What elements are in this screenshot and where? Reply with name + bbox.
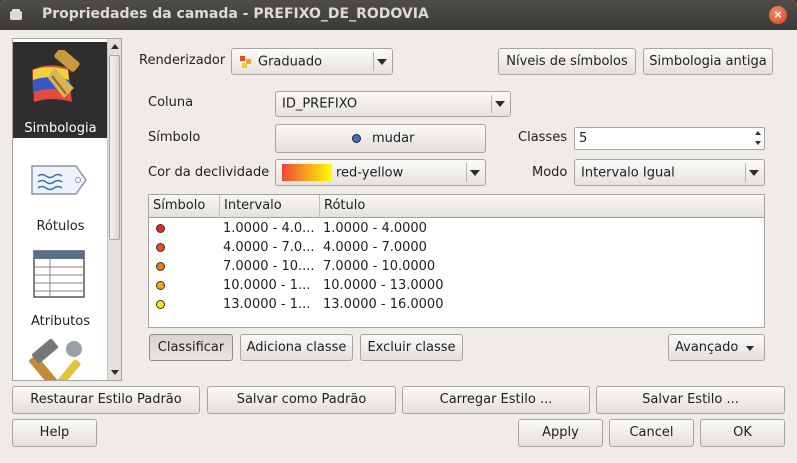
window-title: Propriedades da camada - PREFIXO_DE_RODO… [42,6,429,22]
save-as-default-button[interactable]: Salvar como Padrão [207,386,396,414]
mode-label: Modo [532,165,568,180]
label-cell: 4.0000 - 7.0000 [323,240,427,255]
apply-button[interactable]: Apply [518,419,603,447]
interval-cell: 7.0000 - 10.... [223,259,315,274]
classes-spinbox[interactable]: 5 [574,127,765,150]
sidebar-item-label: Atributos [30,314,91,329]
table-header: Símbolo Intervalo Rótulo [149,195,764,218]
tools-hammer-wrench-icon [29,339,82,380]
help-button[interactable]: Help [12,419,97,447]
sidebar-scrollbar[interactable] [107,39,121,380]
change-symbol-label: mudar [372,131,415,146]
add-class-button[interactable]: Adiciona classe [240,334,353,361]
color-ramp-label: Cor da declividade [148,165,270,180]
table-row[interactable]: 7.0000 - 10.... 7.0000 - 10.0000 [149,257,764,276]
column-value: ID_PREFIXO [282,96,358,112]
column-header-symbol[interactable]: Símbolo [149,195,220,217]
column-select[interactable]: ID_PREFIXO [275,91,511,117]
sidebar-item-atributos[interactable]: Atributos [13,235,108,331]
interval-cell: 4.0000 - 7.0... [223,240,315,255]
delete-class-button[interactable]: Excluir classe [360,334,463,361]
chevron-down-icon [470,169,480,176]
old-symbology-button[interactable]: Simbologia antiga [643,48,773,75]
column-header-interval[interactable]: Intervalo [220,195,320,217]
class-symbol-icon [156,300,165,309]
column-label: Coluna [148,95,194,110]
label-tag-icon [31,165,87,195]
table-row[interactable]: 10.0000 - 1... 10.0000 - 13.0000 [149,276,764,295]
symbol-levels-button[interactable]: Níveis de símbolos [498,48,636,75]
close-button[interactable]: × [769,6,787,24]
sidebar-item-geral[interactable] [13,331,108,380]
classes-table[interactable]: Símbolo Intervalo Rótulo 1.0000 - 4.0...… [148,194,765,328]
class-symbol-icon [156,224,165,233]
cancel-button[interactable]: Cancel [609,419,694,447]
ok-button[interactable]: OK [700,419,785,447]
sidebar-item-simbologia[interactable]: Simbologia [13,42,108,138]
save-style-button[interactable]: Salvar Estilo ... [596,386,785,414]
chevron-down-icon [749,169,759,176]
sidebar-item-rotulos[interactable]: Rótulos [13,140,108,236]
classes-value: 5 [579,131,588,146]
mode-value: Intervalo Igual [581,165,675,180]
chevron-down-icon [746,346,754,351]
table-row[interactable]: 13.0000 - 1... 13.0000 - 16.0000 [149,295,764,314]
mode-select[interactable]: Intervalo Igual [574,159,765,186]
classes-label: Classes [518,130,567,145]
interval-cell: 1.0000 - 4.0... [223,221,315,236]
chevron-down-icon [495,101,505,107]
title-bar: Propriedades da camada - PREFIXO_DE_RODO… [0,0,797,30]
color-ramp-value: red-yellow [336,165,404,180]
class-symbol-icon [156,281,165,290]
class-symbol-icon [156,243,165,252]
label-cell: 1.0000 - 4.0000 [323,221,427,236]
restore-default-style-button[interactable]: Restaurar Estilo Padrão [12,386,200,414]
chevron-down-icon [377,58,387,65]
table-row[interactable]: 1.0000 - 4.0... 1.0000 - 4.0000 [149,219,764,238]
spin-down-icon[interactable] [755,141,761,145]
sidebar-list: Simbologia Rótulos Atributos [12,38,122,381]
window-menu-icon[interactable] [8,7,24,23]
classify-button[interactable]: Classificar [149,334,233,361]
advanced-menu-button[interactable]: Avançado [668,334,765,361]
scrollbar-thumb[interactable] [109,55,120,240]
renderer-select[interactable]: Graduado [231,48,393,75]
scroll-up-icon[interactable] [111,44,119,49]
load-style-button[interactable]: Carregar Estilo ... [402,386,590,414]
scroll-down-icon[interactable] [111,370,119,375]
symbol-preview-icon [352,134,361,143]
attributes-table-icon [33,250,85,298]
change-symbol-button[interactable]: mudar [275,124,486,153]
interval-cell: 10.0000 - 1... [223,278,311,293]
symbol-label: Símbolo [148,130,201,145]
label-cell: 10.0000 - 13.0000 [323,278,444,293]
spin-up-icon[interactable] [755,131,761,135]
table-row[interactable]: 4.0000 - 7.0... 4.0000 - 7.0000 [149,238,764,257]
symbology-brush-icon [32,50,80,102]
label-cell: 13.0000 - 16.0000 [323,297,444,312]
sidebar-item-label: Rótulos [36,219,85,234]
interval-cell: 13.0000 - 1... [223,297,311,312]
layer-properties-dialog: Propriedades da camada - PREFIXO_DE_RODO… [0,0,797,463]
sidebar-item-label: Simbologia [24,121,97,136]
column-header-label[interactable]: Rótulo [320,195,764,217]
color-ramp-select[interactable]: red-yellow [275,159,486,186]
color-ramp-preview [282,164,332,181]
class-symbol-icon [156,262,165,271]
graduated-renderer-icon [240,56,251,68]
advanced-label: Avançado [675,340,739,355]
label-cell: 7.0000 - 10.0000 [323,259,436,274]
renderer-value: Graduado [258,54,323,69]
renderer-label: Renderizador [139,53,226,68]
